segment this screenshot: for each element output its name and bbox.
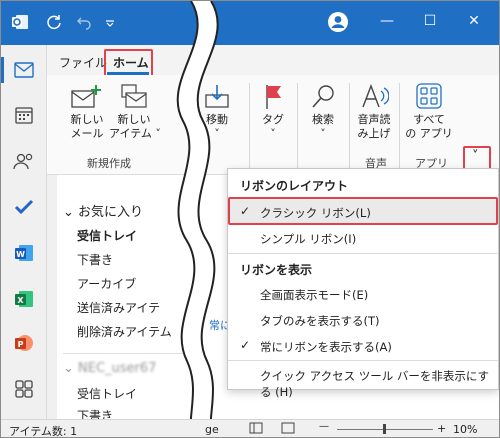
account-folder-inbox[interactable]: 受信トレイ <box>77 385 137 402</box>
search-dropdown-icon: ˅ <box>320 127 326 140</box>
account-icon[interactable] <box>327 11 349 33</box>
status-bar: アイテム数: 1 ge — + 10% <box>1 419 499 438</box>
read-aloud-button[interactable]: 音声読 み上げ <box>351 83 397 141</box>
group-separator <box>399 83 400 169</box>
undo-icon[interactable] <box>73 11 95 33</box>
more-apps-icon[interactable] <box>11 377 37 401</box>
qat-chevron-down-icon[interactable] <box>99 11 121 33</box>
zoom-slider-thumb[interactable] <box>383 424 386 434</box>
mail-icon[interactable] <box>11 58 37 82</box>
maximize-button[interactable]: ☐ <box>420 13 440 29</box>
account-header[interactable]: ⌄ NEC_user67 <box>63 361 156 376</box>
sync-icon[interactable] <box>43 11 65 33</box>
tag-button[interactable]: タグ ˅ <box>255 83 291 141</box>
folder-item-deleted[interactable]: 削除済みアイテム <box>77 323 172 340</box>
read-aloud-icon <box>362 84 389 108</box>
svg-text:X: X <box>17 296 24 305</box>
tab-file[interactable]: ファイル <box>59 54 107 71</box>
folder-item-archive[interactable]: アーカイブ <box>77 275 136 292</box>
show-tabs-only-option[interactable]: タブのみを表示する(T) <box>260 313 380 329</box>
group-separator <box>249 83 250 169</box>
read-aloud-label: 音声読 み上げ <box>357 113 391 140</box>
pane-gap <box>47 175 57 419</box>
calendar-icon[interactable] <box>11 103 37 127</box>
search-button[interactable]: 検索 ˅ <box>303 83 343 141</box>
ribbon-layout-header: リボンのレイアウト <box>240 179 349 193</box>
group-label-new: 新規作成 <box>87 157 131 170</box>
new-mail-icon <box>71 85 101 108</box>
svg-text:W: W <box>16 250 25 259</box>
image-cut-divider <box>176 1 219 437</box>
all-apps-button[interactable]: すべて の アプリ <box>403 83 455 141</box>
search-label: 検索 <box>312 113 334 126</box>
new-item-label: 新しい アイテム ˅ <box>109 113 161 140</box>
fullscreen-mode-option[interactable]: 全画面表示モード(E) <box>260 287 368 303</box>
home-tab-highlight <box>104 49 153 77</box>
search-icon <box>312 85 334 108</box>
new-item-button[interactable]: 新しい アイテム ˅ <box>109 83 161 141</box>
always-show-ribbon-option[interactable]: 常にリボンを表示する(A) <box>260 339 392 355</box>
outlook-icon <box>9 11 31 33</box>
folder-item-inbox[interactable]: 受信トレイ <box>77 227 137 244</box>
classic-ribbon-highlight <box>228 197 498 225</box>
tag-dropdown-icon: ˅ <box>270 127 276 140</box>
rail-selection-indicator <box>1 57 4 83</box>
new-mail-label: 新しい メール <box>70 113 104 140</box>
people-icon[interactable] <box>11 149 37 173</box>
word-icon[interactable]: W <box>11 241 37 265</box>
folder-item-sent[interactable]: 送信済みアイテ <box>77 299 160 316</box>
normal-view-icon[interactable] <box>249 422 267 436</box>
group-separator <box>297 83 298 169</box>
checkmark-icon: ✓ <box>240 338 251 352</box>
flag-icon <box>266 85 281 109</box>
todo-icon[interactable] <box>11 195 37 219</box>
ribbon: 新しい メール 新しい アイテム ˅ 新規作成 移動 ˅ タグ ˅ 検索 ˅ 音… <box>47 75 499 175</box>
zoom-in-button[interactable]: + <box>437 422 446 435</box>
zoom-level: 10% <box>453 423 478 436</box>
hide-quick-access-toolbar-option[interactable]: クイック アクセス ツール バーを非表示にする (H) <box>260 368 498 400</box>
account-label: NEC_user67 <box>78 361 157 376</box>
item-count: アイテム数: 1 <box>9 425 78 438</box>
simple-ribbon-option[interactable]: シンプル リボン(I) <box>260 231 356 247</box>
app-rail <box>1 45 47 419</box>
powerpoint-icon[interactable]: P <box>11 331 37 355</box>
show-ribbon-header: リボンを表示 <box>240 263 313 277</box>
apps-grid-icon <box>416 83 442 109</box>
close-button[interactable]: ✕ <box>464 13 484 29</box>
new-items-icon <box>121 84 147 108</box>
svg-text:P: P <box>18 340 24 349</box>
minimize-button[interactable]: — <box>377 13 397 29</box>
menu-separator <box>228 360 498 361</box>
folder-item-drafts[interactable]: 下書き <box>77 251 113 268</box>
favorites-header[interactable]: ⌄ お気に入り <box>63 201 143 220</box>
outlook-window: — ☐ ✕ W X P ファイル ホーム 新しい メール 新しい アイテム ˅ … <box>0 0 500 438</box>
tag-label: タグ <box>262 113 284 126</box>
favorites-label: お気に入り <box>78 205 144 220</box>
menu-separator <box>228 253 498 254</box>
excel-icon[interactable]: X <box>11 287 37 311</box>
zoom-out-button[interactable]: — <box>319 421 329 432</box>
chevron-highlight <box>463 146 491 170</box>
reading-view-icon[interactable] <box>281 422 299 436</box>
new-mail-button[interactable]: 新しい メール <box>67 83 107 141</box>
title-bar: — ☐ ✕ <box>1 1 499 45</box>
all-apps-label: すべて の アプリ <box>405 113 453 140</box>
status-partial-text: ge <box>205 423 219 436</box>
group-separator <box>349 83 350 169</box>
